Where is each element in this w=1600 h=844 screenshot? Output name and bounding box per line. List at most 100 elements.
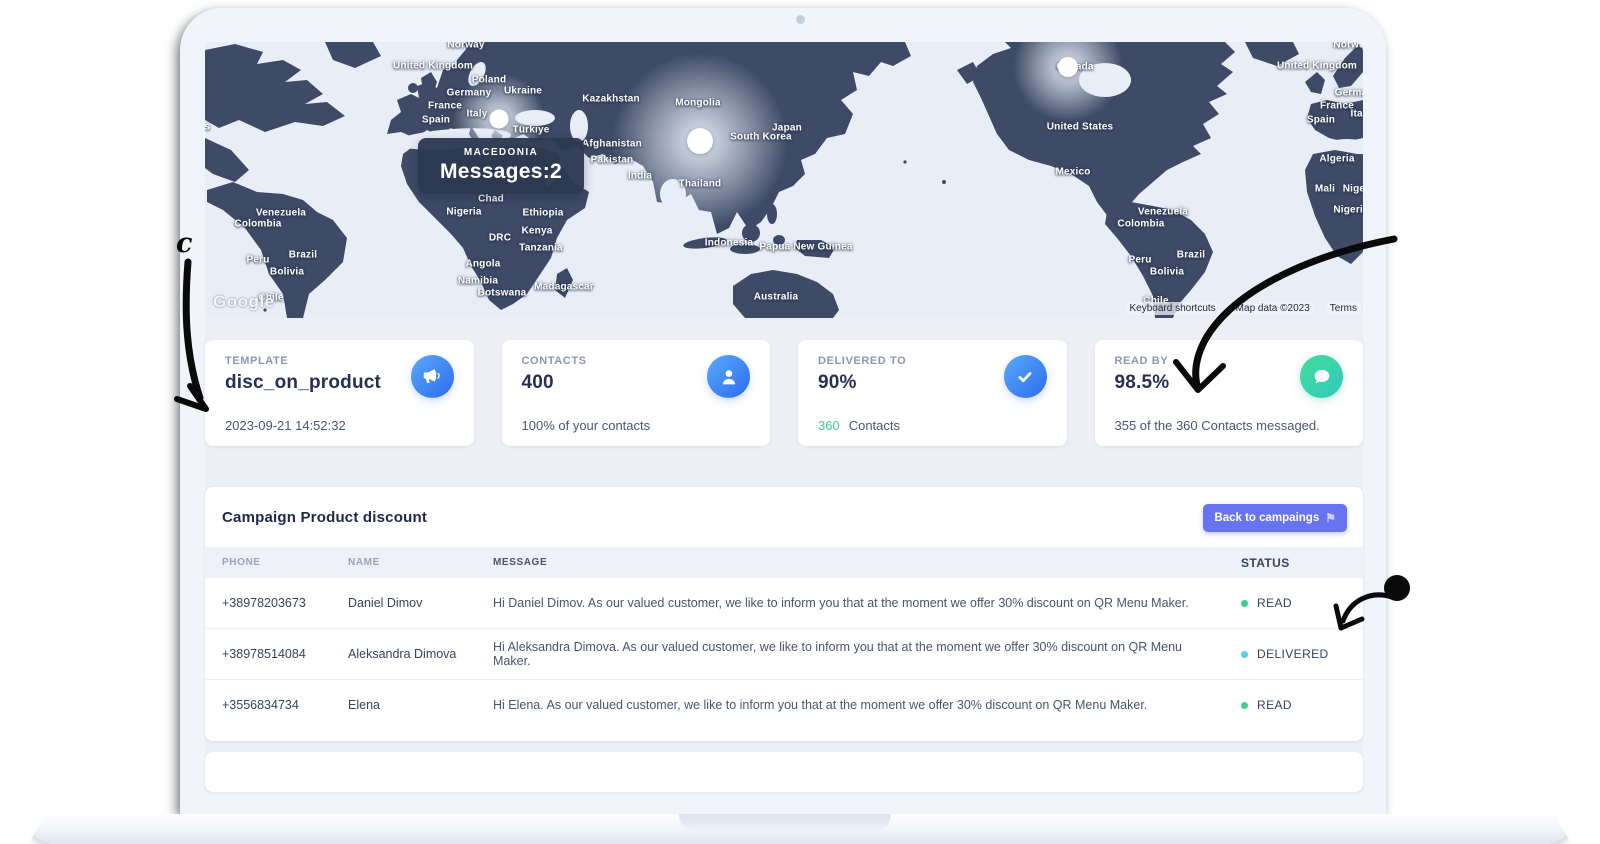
map-country-label: United Kingdom (393, 61, 473, 72)
map-country-label: Mongolia (675, 98, 720, 109)
row-name: Elena (348, 698, 493, 712)
map-country-label: Pakistan (591, 155, 634, 166)
table-row[interactable]: +38978203673 Daniel Dimov Hi Daniel Dimo… (205, 578, 1363, 629)
stat-sub: 355 of the 360 Contacts messaged. (1115, 418, 1320, 433)
world-map[interactable]: NorwayUnited KingdomPolandGermanyUkraine… (205, 42, 1363, 318)
map-marker-asia[interactable] (687, 128, 713, 154)
column-phone: PHONE (205, 557, 348, 568)
world-map-graphic (205, 42, 1363, 318)
map-country-label: Spain (422, 115, 450, 126)
row-phone: +3556834734 (205, 698, 348, 712)
dashboard: NorwayUnited KingdomPolandGermanyUkraine… (205, 42, 1363, 792)
map-country-label: Venezuela (256, 208, 306, 219)
map-country-label: Mexico (1055, 167, 1090, 178)
map-country-label: Brazil (289, 250, 317, 261)
tooltip-country: MACEDONIA (418, 147, 584, 158)
stat-sub: 360Contacts (818, 418, 900, 433)
map-country-label: Colombia (234, 219, 281, 230)
map-country-label: United States (1047, 122, 1114, 133)
laptop-base-notch (679, 814, 891, 831)
status-dot (1241, 651, 1248, 658)
handwritten-letter: c (176, 228, 192, 259)
status-text: READ (1257, 596, 1292, 610)
status-dot (1241, 702, 1248, 709)
map-country-label: United Kingdom (1277, 61, 1357, 72)
map-country-label: Norway (1333, 42, 1363, 51)
megaphone-icon (411, 355, 454, 398)
map-country-label: Algeria (1319, 154, 1354, 165)
map-country-label: Germany (447, 88, 492, 99)
map-country-label: Peru (246, 255, 269, 266)
map-country-label: Brazil (1177, 250, 1205, 261)
map-country-label: Niger (1343, 184, 1363, 195)
status-text: DELIVERED (1257, 647, 1329, 661)
map-country-label: DRC (489, 233, 511, 244)
check-icon (1004, 355, 1047, 398)
table-column-headers: PHONE NAME MESSAGE STATUS (205, 547, 1363, 578)
map-country-label: Poland (472, 75, 507, 86)
stat-cards-row: TEMPLATE disc_on_product 2023-09-21 14:5… (205, 340, 1363, 446)
map-country-label: Italy (466, 109, 487, 120)
row-message: Hi Elena. As our valued customer, we lik… (493, 698, 1241, 712)
stat-card-delivered: DELIVERED TO 90% 360Contacts (798, 340, 1067, 446)
map-country-label: Papua New Guinea (759, 242, 852, 253)
column-name: NAME (348, 557, 493, 568)
stat-card-contacts: CONTACTS 400 100% of your contacts (502, 340, 771, 446)
row-phone: +38978203673 (205, 596, 348, 610)
map-country-label: Bolivia (270, 267, 304, 278)
map-country-label: Kenya (521, 226, 552, 237)
delivered-count: 360 (818, 418, 840, 433)
map-data-copyright: Map data ©2023 (1232, 302, 1314, 315)
column-message: MESSAGE (493, 557, 1241, 568)
map-marker-canada[interactable] (1058, 57, 1078, 77)
back-to-campaigns-button[interactable]: Back to campaings ⚑ (1203, 504, 1347, 532)
map-country-label: Angola (465, 259, 500, 270)
map-country-label: France (428, 101, 462, 112)
stat-sub: 2023-09-21 14:52:32 (225, 418, 346, 433)
row-status: DELIVERED (1241, 647, 1363, 661)
row-status: READ (1241, 698, 1363, 712)
keyboard-shortcuts-link[interactable]: Keyboard shortcuts (1126, 302, 1220, 315)
webcam-dot (796, 15, 805, 24)
google-logo: Google (213, 292, 275, 312)
map-attribution: Keyboard shortcuts Map data ©2023 Terms (1126, 302, 1362, 315)
column-status: STATUS (1241, 556, 1363, 570)
map-tooltip: MACEDONIA Messages:2 (418, 138, 584, 194)
terms-link[interactable]: Terms (1326, 302, 1361, 315)
map-country-label: Kazakhstan (582, 94, 640, 105)
map-country-label: Italy (1350, 109, 1363, 120)
map-country-label: Ethiopia (522, 208, 563, 219)
map-country-label: Mali (1315, 184, 1335, 195)
map-country-label: Türkiye (513, 125, 550, 136)
row-name: Daniel Dimov (348, 596, 493, 610)
table-header: Campaign Product discount Back to campai… (205, 487, 1363, 547)
table-row[interactable]: +3556834734 Elena Hi Elena. As our value… (205, 680, 1363, 730)
map-country-label: Nigeria (446, 207, 481, 218)
table-footer-bar (205, 752, 1363, 792)
map-country-label: Botswana (478, 288, 527, 299)
stat-sub: 100% of your contacts (522, 418, 651, 433)
row-status: READ (1241, 596, 1363, 610)
campaign-table-card: Campaign Product discount Back to campai… (205, 487, 1363, 741)
map-country-label: Nigeria (1333, 205, 1363, 216)
map-country-label: India (628, 171, 652, 182)
page: { "map": { "tooltip": { "country": "MACE… (0, 0, 1600, 844)
map-country-label: Colombia (1117, 219, 1164, 230)
status-dot (1241, 600, 1248, 607)
row-name: Aleksandra Dimova (348, 647, 493, 661)
status-text: READ (1257, 698, 1292, 712)
table-row[interactable]: +38978514084 Aleksandra Dimova Hi Aleksa… (205, 629, 1363, 680)
map-country-label: Madagascar (534, 282, 594, 293)
map-country-label: Indonesia (705, 238, 753, 249)
map-country-label: Chad (478, 194, 504, 205)
map-country-label: Norway (447, 42, 484, 51)
map-country-label: Afghanistan (582, 139, 642, 150)
row-message: Hi Daniel Dimov. As our valued customer,… (493, 596, 1241, 610)
map-country-label: Germany (1335, 88, 1363, 99)
map-country-label: Namibia (458, 276, 498, 287)
map-marker-europe[interactable] (490, 110, 509, 129)
row-message: Hi Aleksandra Dimova. As our valued cust… (493, 640, 1241, 668)
map-country-label: Bolivia (1150, 267, 1184, 278)
map-country-label: Australia (754, 292, 799, 303)
stat-card-read: READ BY 98.5% 355 of the 360 Contacts me… (1095, 340, 1364, 446)
